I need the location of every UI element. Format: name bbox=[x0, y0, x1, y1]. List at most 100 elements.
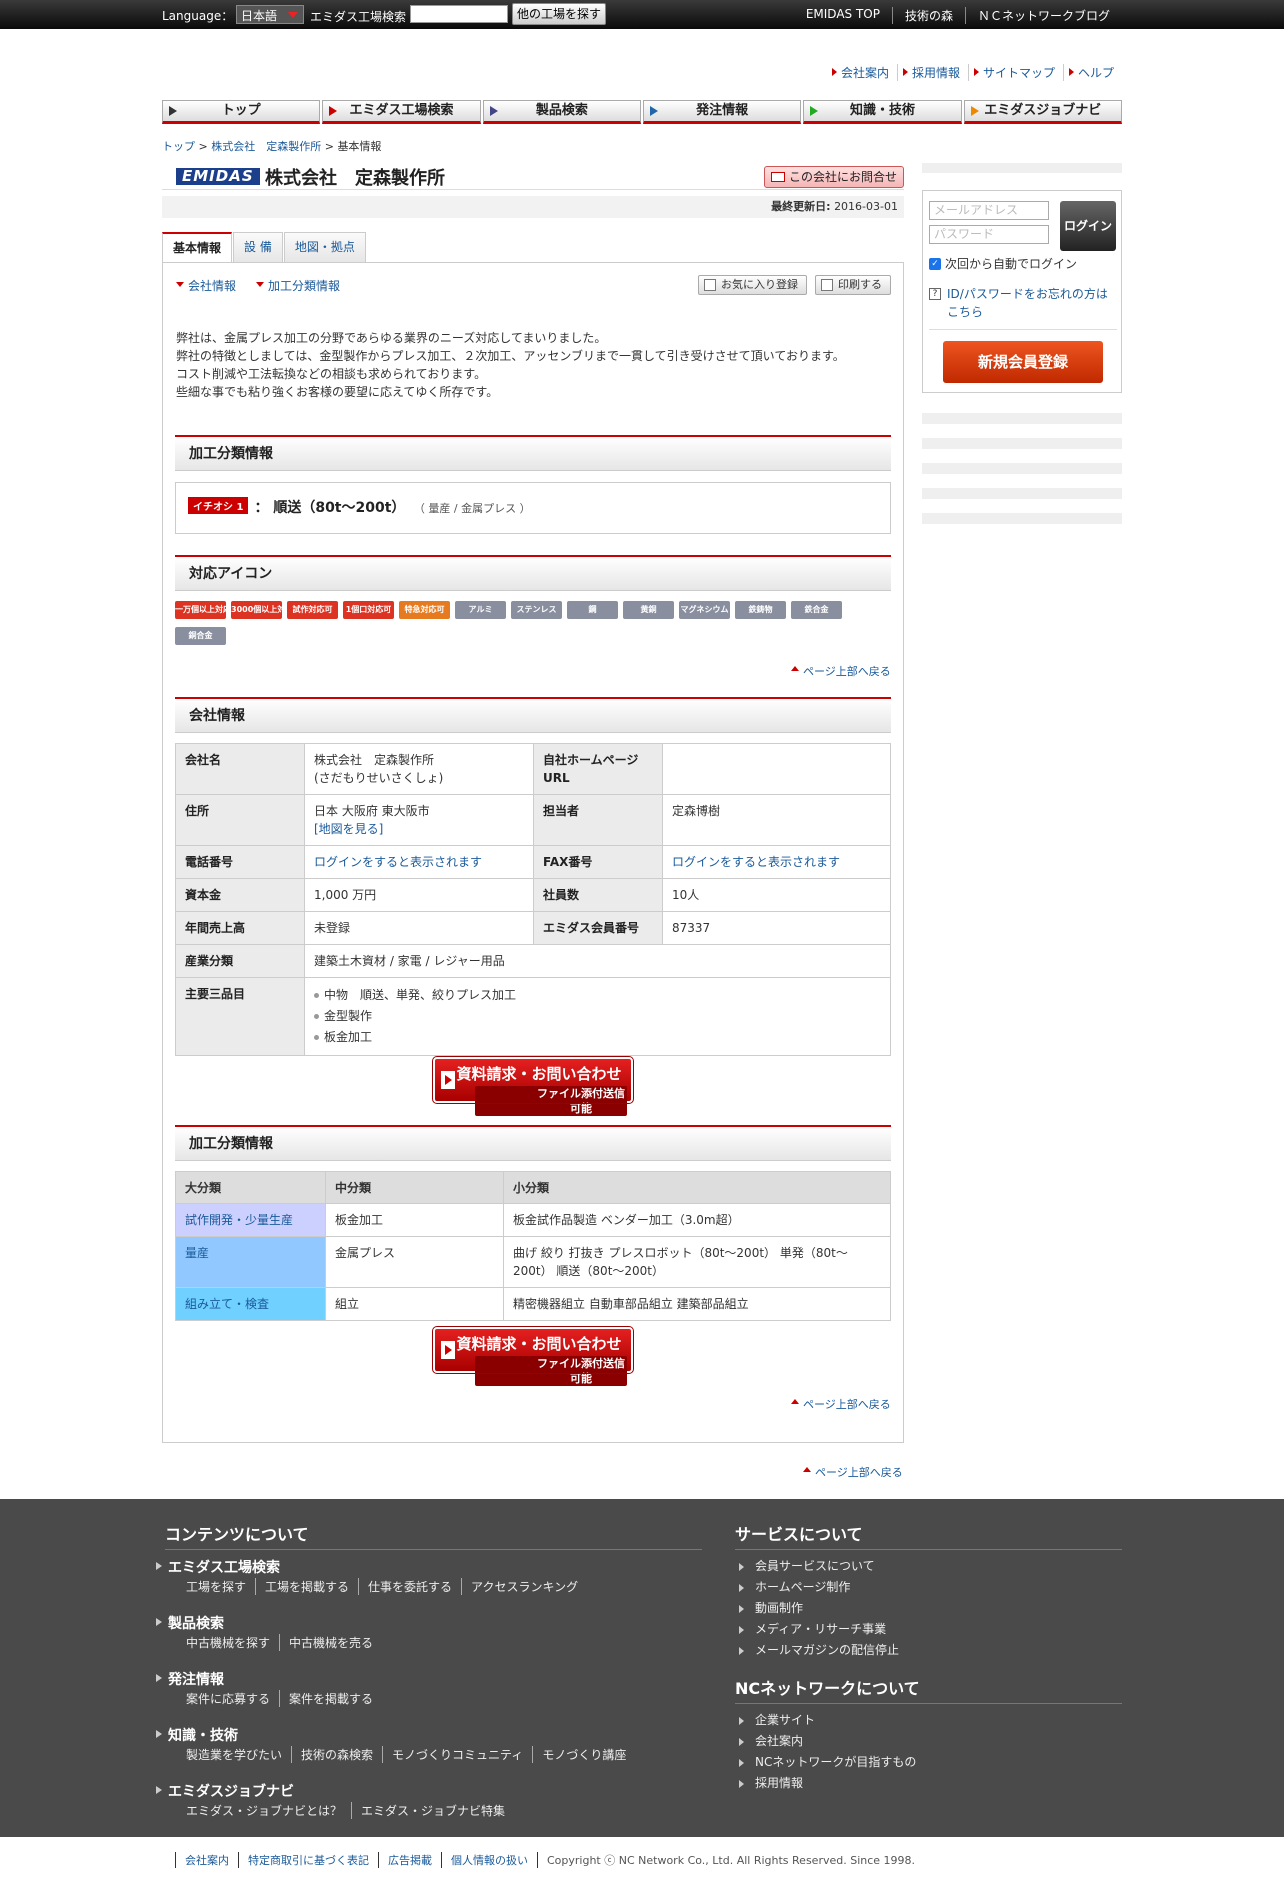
tab-equipment[interactable]: 設 備 bbox=[233, 232, 283, 262]
footer-link[interactable]: 中古機械を探す bbox=[186, 1634, 279, 1651]
gnav-product-search[interactable]: 製品検索 bbox=[482, 100, 641, 124]
top-links: EMIDAS TOP 技術の森 ＮＣネットワークブログ bbox=[794, 7, 1122, 24]
gnav-top[interactable]: トップ bbox=[162, 100, 321, 124]
tab-basic-info[interactable]: 基本情報 bbox=[162, 232, 233, 263]
page-top-link[interactable]: ページ上部へ戻る bbox=[791, 1396, 891, 1412]
factory-search-label: エミダス工場検索 bbox=[310, 10, 407, 24]
link-gijutsu-mori[interactable]: 技術の森 bbox=[891, 7, 965, 24]
footer-link[interactable]: 企業サイト bbox=[738, 1710, 916, 1731]
inquiry-button[interactable]: この会社にお問合せ bbox=[764, 166, 904, 188]
footer-link[interactable]: モノづくり講座 bbox=[532, 1746, 635, 1763]
section-icons: 対応アイコン bbox=[175, 555, 891, 591]
footer-link[interactable]: 会社案内 bbox=[738, 1731, 916, 1752]
language-select[interactable]: 日本語 bbox=[236, 5, 304, 24]
footer-link[interactable]: メールマガジンの配信停止 bbox=[738, 1640, 899, 1661]
link-company[interactable]: 会社案内 bbox=[827, 64, 897, 81]
gnav-factory-search[interactable]: エミダス工場検索 bbox=[322, 100, 481, 124]
footer-cat-product[interactable]: 製品検索 bbox=[156, 1613, 224, 1633]
crumb-sep: > bbox=[321, 140, 338, 153]
footer-link[interactable]: エミダス・ジョブナビとは？ bbox=[186, 1802, 351, 1819]
search-other-factory-button[interactable]: 他の工場を探す bbox=[512, 3, 606, 25]
link-nc-blog[interactable]: ＮＣネットワークブログ bbox=[964, 7, 1122, 24]
link-sitemap[interactable]: サイトマップ bbox=[967, 64, 1063, 81]
footer-link[interactable]: ホームページ制作 bbox=[738, 1577, 899, 1598]
tab-map[interactable]: 地図・拠点 bbox=[283, 232, 366, 262]
inquiry-cta-button[interactable]: 資料請求・お問い合わせ ファイル添付送信可能 bbox=[432, 1056, 634, 1116]
support-icons: 一万個以上対応可 3000個以上対応可試作対応可 1個口対応可特急対応可アルミステン… bbox=[175, 601, 891, 653]
sidebar-banners bbox=[922, 413, 1122, 538]
footer-link[interactable]: 動画制作 bbox=[738, 1598, 899, 1619]
footer-link[interactable]: モノづくりコミュニティ bbox=[382, 1746, 532, 1763]
forgot-password-link[interactable]: ? ID/パスワードをお忘れの方はこちら bbox=[929, 285, 1117, 321]
link-help[interactable]: ヘルプ bbox=[1062, 64, 1122, 81]
company-header: EMIDAS 株式会社 定森製作所 この会社にお問合せ bbox=[162, 160, 904, 190]
factory-search-input[interactable] bbox=[410, 5, 508, 23]
footer-cat-jobnavi[interactable]: エミダスジョブナビ bbox=[156, 1781, 294, 1801]
anchor-processing[interactable]: 加工分類情報 bbox=[256, 277, 340, 294]
map-link[interactable]: [地図を見る] bbox=[314, 820, 524, 838]
ichioshi-sub: （ 量産 / 金属プレス ） bbox=[419, 502, 531, 515]
register-button[interactable]: 新規会員登録 bbox=[943, 341, 1103, 383]
email-field[interactable]: メールアドレス bbox=[929, 201, 1049, 220]
cell-header: 主要三品目 bbox=[175, 977, 305, 1056]
section-processing-detail: 加工分類情報 bbox=[175, 1125, 891, 1161]
page-top-link[interactable]: ページ上部へ戻る bbox=[803, 1464, 903, 1480]
table-row: 試作開発・少量生産 板金加工 板金試作品製造 ベンダー加工（3.0m超） bbox=[175, 1203, 891, 1237]
bottom-link[interactable]: 会社案内 bbox=[175, 1852, 238, 1868]
category-cell[interactable]: 組み立て・検査 bbox=[175, 1287, 326, 1321]
footer-link[interactable]: 中古機械を売る bbox=[279, 1634, 382, 1651]
auto-login[interactable]: ✓ 次回から自動でログイン bbox=[929, 255, 1077, 272]
bottom-link[interactable]: 特定商取引に基づく表記 bbox=[238, 1852, 378, 1868]
footer-link[interactable]: アクセスランキング bbox=[461, 1578, 587, 1595]
category-cell[interactable]: 量産 bbox=[175, 1236, 326, 1288]
footer-link[interactable]: 会員サービスについて bbox=[738, 1556, 899, 1577]
link-recruit[interactable]: 採用情報 bbox=[896, 64, 968, 81]
gnav-knowledge[interactable]: 知識・技術 bbox=[803, 100, 962, 124]
crumb-current: 基本情報 bbox=[337, 140, 382, 153]
fax-login-link[interactable]: ログインをすると表示されます bbox=[662, 845, 891, 879]
bottom-link[interactable]: 広告掲載 bbox=[378, 1852, 441, 1868]
forgot-label: ID/パスワードをお忘れの方はこちら bbox=[947, 287, 1108, 319]
footer-link[interactable]: 案件に応募する bbox=[186, 1690, 279, 1707]
password-field[interactable]: パスワード bbox=[929, 225, 1049, 244]
page-top-link[interactable]: ページ上部へ戻る bbox=[791, 663, 891, 679]
crumb-company[interactable]: 株式会社 定森製作所 bbox=[211, 140, 321, 153]
login-button[interactable]: ログイン bbox=[1060, 201, 1116, 251]
tel-login-link[interactable]: ログインをすると表示されます bbox=[304, 845, 534, 879]
sidebar-placeholder bbox=[922, 463, 1122, 474]
gnav-jobnavi[interactable]: エミダスジョブナビ bbox=[963, 100, 1122, 124]
footer-contents-title: コンテンツについて bbox=[165, 1521, 702, 1550]
star-icon bbox=[704, 279, 716, 291]
table-cell: 板金試作品製造 ベンダー加工（3.0m超） bbox=[503, 1203, 891, 1237]
checkbox-checked-icon[interactable]: ✓ bbox=[929, 257, 941, 270]
footer-link[interactable]: 製造業を学びたい bbox=[186, 1746, 291, 1763]
print-button[interactable]: 印刷する bbox=[815, 275, 891, 295]
footer-cat-order[interactable]: 発注情報 bbox=[156, 1669, 224, 1689]
inquiry-cta-button[interactable]: 資料請求・お問い合わせ ファイル添付送信可能 bbox=[432, 1326, 634, 1386]
footer-link[interactable]: 採用情報 bbox=[738, 1773, 916, 1794]
footer-link[interactable]: NCネットワークが目指すもの bbox=[738, 1752, 916, 1773]
category-cell[interactable]: 試作開発・少量生産 bbox=[175, 1203, 326, 1237]
footer-link[interactable]: 仕事を委託する bbox=[358, 1578, 461, 1595]
footer-link[interactable]: 工場を探す bbox=[186, 1578, 255, 1595]
ichioshi-box: イチオシ 1 ： 順送（80t～200t） （ 量産 / 金属プレス ） bbox=[175, 482, 891, 534]
footer-nc-list: 企業サイト 会社案内 NCネットワークが目指すもの 採用情報 bbox=[738, 1710, 916, 1794]
crumb-top[interactable]: トップ bbox=[162, 140, 195, 153]
footer-link[interactable]: 案件を掲載する bbox=[279, 1690, 382, 1707]
footer-link[interactable]: エミダス・ジョブナビ特集 bbox=[351, 1802, 514, 1819]
footer-link[interactable]: メディア・リサーチ事業 bbox=[738, 1619, 899, 1640]
link-emidas-top[interactable]: EMIDAS TOP bbox=[794, 7, 892, 24]
company-intro: 弊社は、金属プレス加工の分野であらゆる業界のニーズ対応してまいりました。 弊社の… bbox=[176, 329, 845, 401]
footer-link[interactable]: 技術の森検索 bbox=[291, 1746, 382, 1763]
cell-header: 産業分類 bbox=[175, 944, 305, 978]
anchor-company-info[interactable]: 会社情報 bbox=[176, 277, 236, 294]
updated-label: 最終更新日: bbox=[771, 200, 831, 213]
table-cell: 金属プレス bbox=[325, 1236, 504, 1288]
gnav-order-info[interactable]: 発注情報 bbox=[642, 100, 802, 124]
footer-cat-factory[interactable]: エミダス工場検索 bbox=[156, 1557, 280, 1577]
bottom-link[interactable]: 個人情報の扱い bbox=[441, 1852, 537, 1868]
favorite-button[interactable]: お気に入り登録 bbox=[698, 275, 807, 295]
footer-cat-knowledge[interactable]: 知識・技術 bbox=[156, 1725, 238, 1745]
footer-link[interactable]: 工場を掲載する bbox=[255, 1578, 358, 1595]
utility-links: 会社案内 採用情報 サイトマップ ヘルプ bbox=[827, 64, 1122, 81]
